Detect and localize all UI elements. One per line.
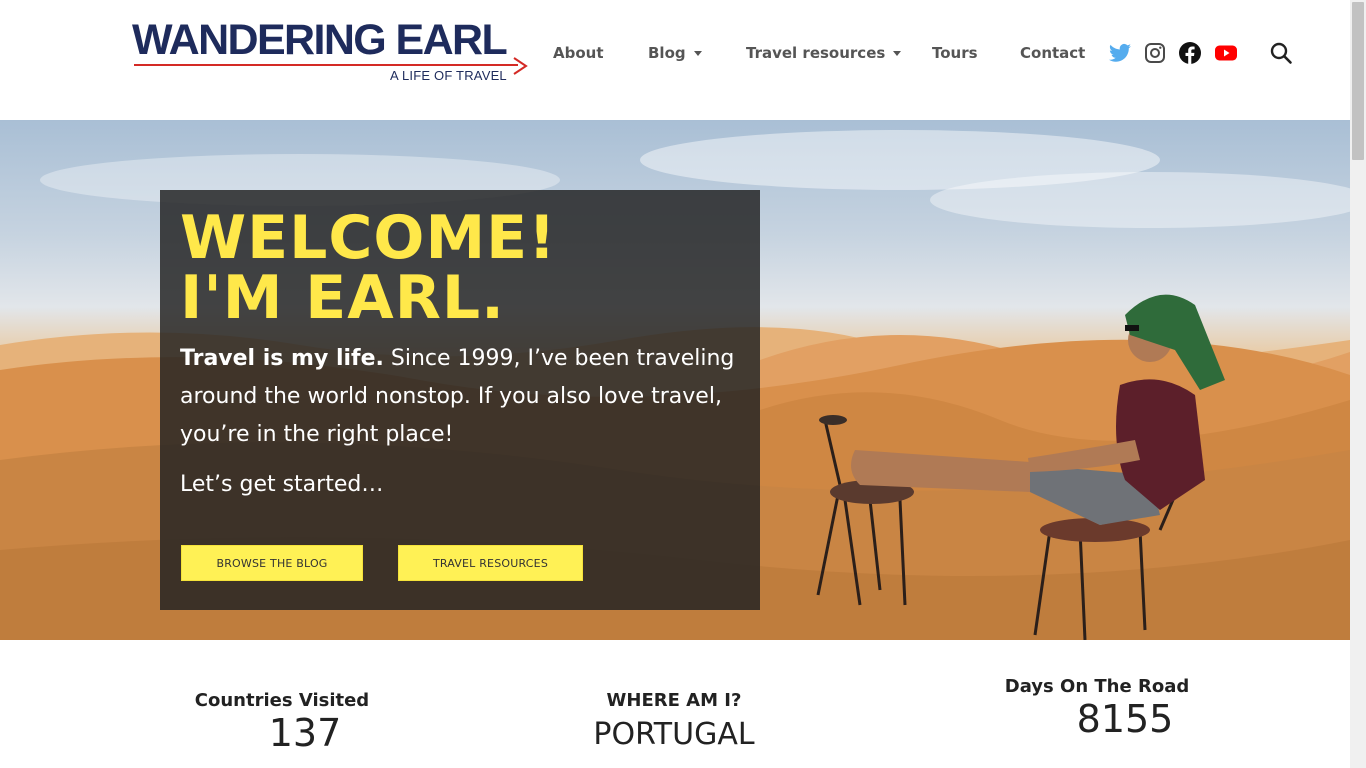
hero-title: WELCOME! I'M EARL. — [180, 208, 557, 328]
logo-arrow-icon — [513, 57, 528, 75]
logo-title: WANDERING EARL — [132, 16, 508, 64]
stat-location-value: PORTUGAL — [593, 717, 755, 752]
stat-location: WHERE AM I? PORTUGAL — [574, 690, 774, 752]
search-icon[interactable] — [1269, 41, 1293, 65]
nav-contact[interactable]: Contact — [1020, 42, 1085, 64]
stat-days-label: Days On The Road — [1004, 676, 1190, 697]
stat-countries-label: Countries Visited — [194, 690, 370, 711]
instagram-icon[interactable] — [1143, 41, 1167, 65]
stat-countries-value: 137 — [268, 711, 342, 755]
hero-intro: Travel is my life. Since 1999, I’ve been… — [180, 340, 740, 454]
nav-blog[interactable]: Blog — [648, 42, 702, 64]
chevron-down-icon — [893, 51, 902, 56]
nav-tours[interactable]: Tours — [932, 42, 978, 64]
youtube-icon[interactable] — [1214, 41, 1238, 65]
hero-title-line2: I'M EARL. — [180, 263, 505, 333]
browse-blog-button[interactable]: BROWSE THE BLOG — [181, 545, 363, 581]
site-header: WANDERING EARL A LIFE OF TRAVEL About Bl… — [0, 0, 1350, 120]
logo-underline — [134, 64, 518, 66]
nav-travel-resources[interactable]: Travel resources — [746, 42, 902, 64]
stat-location-label: WHERE AM I? — [606, 690, 742, 711]
nav-about[interactable]: About — [553, 42, 604, 64]
page-scrollbar[interactable] — [1350, 0, 1366, 768]
hero-welcome-panel: WELCOME! I'M EARL. Travel is my life. Si… — [160, 190, 760, 610]
stat-days-value: 8155 — [1076, 697, 1174, 741]
site-logo[interactable]: WANDERING EARL A LIFE OF TRAVEL — [132, 16, 532, 88]
hero-intro-bold: Travel is my life. — [180, 346, 384, 371]
hero-cta-text: Let’s get started… — [180, 472, 384, 497]
twitter-icon[interactable] — [1108, 41, 1132, 65]
logo-tagline: A LIFE OF TRAVEL — [390, 68, 507, 83]
travel-resources-button[interactable]: TRAVEL RESOURCES — [398, 545, 583, 581]
hero-title-line1: WELCOME! — [180, 203, 557, 273]
scrollbar-thumb[interactable] — [1352, 2, 1364, 160]
hero-section: WELCOME! I'M EARL. Travel is my life. Si… — [0, 120, 1350, 640]
stat-countries: Countries Visited 137 — [182, 690, 382, 755]
chevron-down-icon — [693, 51, 702, 56]
stat-days: Days On The Road 8155 — [997, 676, 1197, 741]
facebook-icon[interactable] — [1178, 41, 1202, 65]
